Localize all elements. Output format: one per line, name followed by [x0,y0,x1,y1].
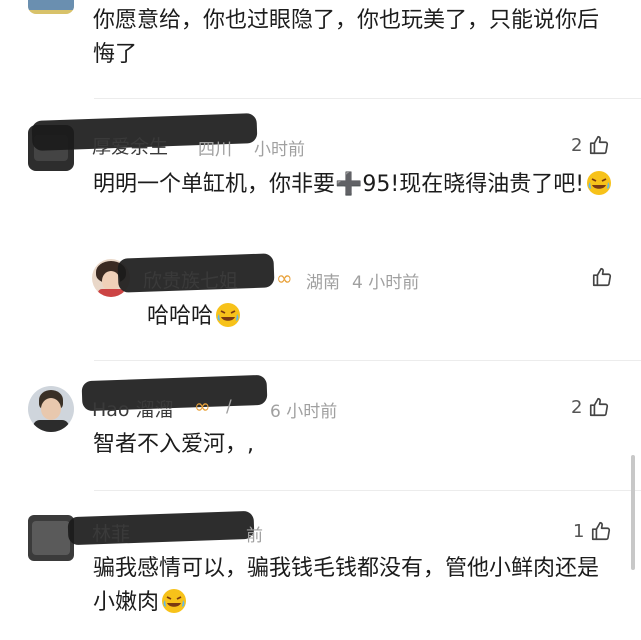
avatar[interactable] [28,515,74,561]
comment-author-name[interactable]: Hao 溜溜 [92,395,174,422]
comment-region: / [226,397,232,417]
like-count: 2 [571,396,583,418]
vip-badge: ∞ [194,394,211,418]
reply-text: 哈哈哈 [147,300,241,334]
like-button[interactable]: 1 [573,520,612,542]
scrollbar[interactable] [631,455,635,570]
comment-text: 明明一个单缸机，你非要➕95!现在晓得油贵了吧! [93,168,613,202]
comment-time: 前 [246,526,263,546]
laugh-cry-emoji [586,170,612,196]
like-count: 1 [573,520,585,542]
like-count: 2 [571,134,583,156]
avatar[interactable] [28,386,74,432]
comment-time: 6 小时前 [270,402,338,422]
thumbs-up-icon [592,521,611,541]
divider [94,360,641,361]
thumbs-up-icon [592,267,612,287]
thumbs-up-icon [590,135,609,155]
vip-badge: ∞ [276,266,293,290]
laugh-cry-emoji [215,302,241,328]
divider [94,98,641,99]
comment-text-0: 你愿意给，你也过眼隐了，你也玩美了，只能说你后悔了 [93,8,600,67]
avatar-top-partial[interactable] [28,0,74,14]
like-button[interactable] [591,266,613,288]
like-button[interactable]: 2 [571,134,610,156]
divider [94,490,641,491]
like-button[interactable]: 2 [571,396,610,418]
thumbs-up-icon [590,397,609,417]
comment-region: 四川 [198,140,232,160]
reply-time: 4 小时前 [352,273,420,293]
comment-text: 骗我感情可以，骗我钱毛钱都没有，管他小鲜肉还是小嫩肉 [93,556,600,615]
comment-author-name[interactable]: 厚爱余生 [92,132,168,159]
comment-time: 小时前 [254,140,305,160]
comment-text: 智者不入爱河，, [93,432,254,457]
laugh-cry-emoji [161,588,187,614]
reply-author-name[interactable]: 欣贵族七姐 [143,266,238,293]
comment-author-name[interactable]: 林菲 [92,519,130,546]
reply-region: 湖南 [306,273,340,293]
